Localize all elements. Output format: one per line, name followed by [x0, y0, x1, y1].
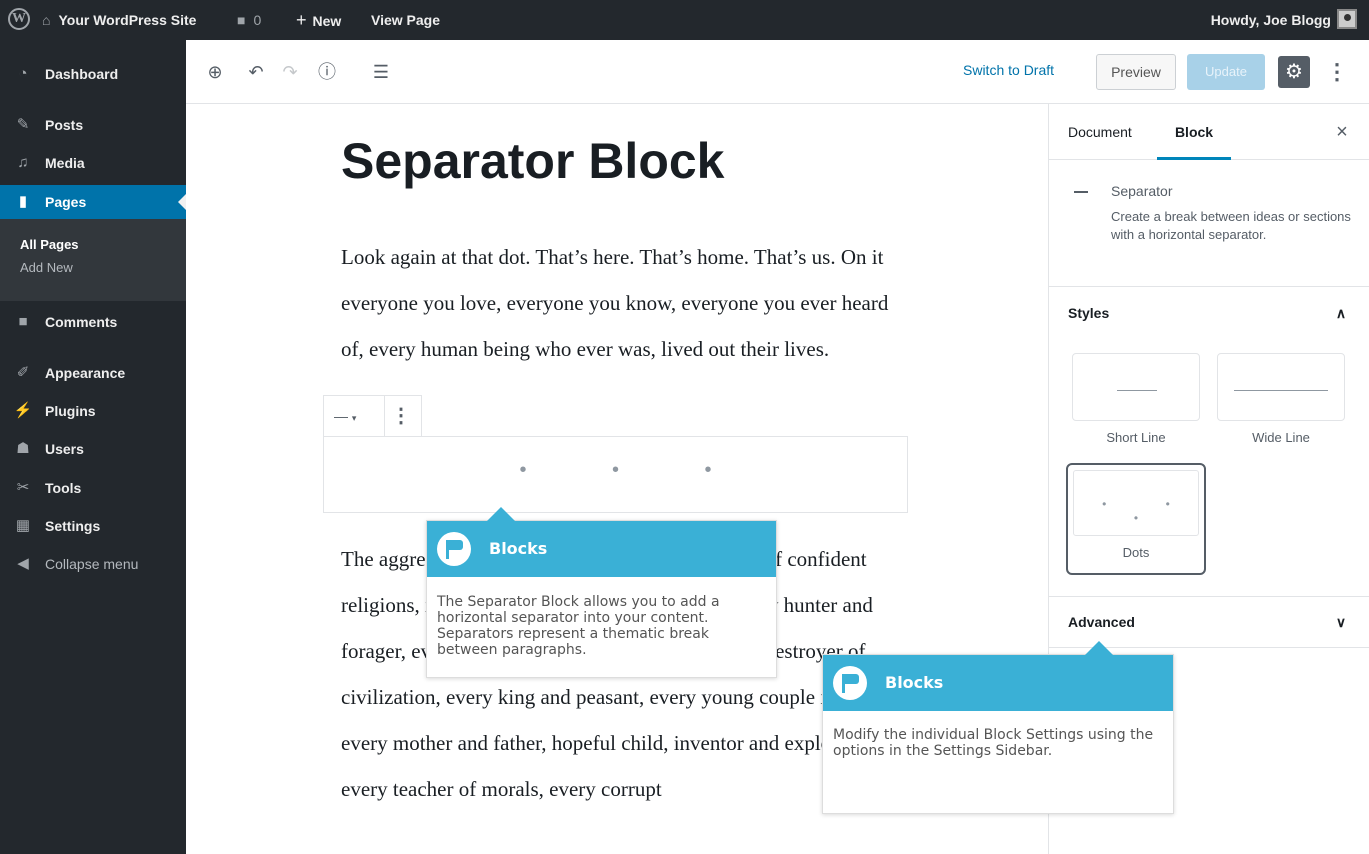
collapse-menu-button[interactable]: ◀ Collapse menu [0, 547, 186, 581]
block-description: Create a break between ideas or sections… [1111, 209, 1351, 242]
separator-dots: • • • [519, 459, 752, 481]
redo-icon[interactable]: ↷ [278, 60, 302, 84]
block-name: Separator [1111, 183, 1173, 199]
editor-toolbar: ⊕ ↶ ↷ ⓘ ☰ Switch to Draft Preview Update… [186, 40, 1369, 104]
comment-icon: ■ [237, 12, 246, 28]
separator-block-switcher[interactable]: — ▾ [334, 404, 376, 428]
tooltip-title: Blocks [885, 673, 944, 692]
menu-pages[interactable]: ▮ Pages [0, 185, 186, 219]
toolbar-divider [384, 396, 385, 436]
style-short-line-label: Short Line [1106, 430, 1166, 445]
tab-block[interactable]: Block [1157, 104, 1231, 160]
add-block-icon[interactable]: ⊕ [203, 60, 227, 84]
separator-block[interactable]: • • • [323, 436, 908, 513]
wrench-icon: ✂ [16, 479, 30, 496]
settings-icon: ▦ [15, 517, 31, 534]
style-wide-line[interactable] [1217, 353, 1345, 421]
avatar [1337, 9, 1357, 30]
dashboard-icon: ◔ [18, 65, 28, 82]
collapse-icon: ◀ [17, 555, 29, 572]
paragraph-block[interactable]: Look again at that dot. That’s here. Tha… [341, 234, 901, 372]
site-name-link[interactable]: ⌂ Your WordPress Site [42, 0, 196, 40]
style-dots-label: Dots [1122, 545, 1150, 560]
block-more-options-icon[interactable]: ⋮ [386, 404, 416, 428]
plugin-icon: ⚡ [13, 402, 33, 419]
settings-gear-icon[interactable]: ⚙ [1278, 56, 1310, 88]
tooltip-arrow [487, 507, 515, 521]
comments-link[interactable]: ■ 0 [237, 0, 261, 40]
dots-preview: • • • [1073, 470, 1199, 536]
wide-line-preview [1234, 390, 1328, 391]
menu-posts[interactable]: ✎ Posts [0, 108, 186, 142]
sidebar-tabs: Document Block × [1049, 104, 1369, 160]
pages-submenu: All Pages Add New [0, 219, 186, 301]
blocks-tooltip-settings: Blocks Modify the individual Block Setti… [822, 641, 1174, 814]
info-icon[interactable]: ⓘ [315, 60, 339, 84]
admin-bar: W ⌂ Your WordPress Site ■ 0 + New View Page… [0, 0, 1369, 40]
home-icon: ⌂ [42, 12, 51, 28]
admin-menu: ◔ Dashboard ✎ Posts ♫ Media ▮ Pages All Page… [0, 40, 186, 854]
undo-icon[interactable]: ↶ [244, 60, 268, 84]
tooltip-header: Blocks [427, 521, 776, 577]
styles-panel-title[interactable]: Styles [1068, 305, 1109, 321]
wordpress-logo-icon[interactable]: W [8, 8, 30, 30]
plus-icon: + [296, 10, 307, 30]
preview-button[interactable]: Preview [1096, 54, 1176, 90]
style-dots[interactable]: • • • Dots [1066, 463, 1206, 575]
menu-tools[interactable]: ✂ Tools [0, 471, 186, 505]
switch-to-draft-link[interactable]: Switch to Draft [963, 62, 1054, 78]
users-icon: ☗ [16, 440, 30, 457]
style-short-line[interactable] [1072, 353, 1200, 421]
menu-comments[interactable]: ■ Comments [0, 305, 186, 339]
chevron-up-icon[interactable]: ∧ [1331, 287, 1351, 339]
outline-icon[interactable]: ☰ [369, 60, 393, 84]
menu-media[interactable]: ♫ Media [0, 146, 186, 180]
pages-icon: ▮ [18, 193, 28, 210]
dots-preview-glyphs: • • • [1102, 497, 1198, 525]
block-card: Separator Create a break between ideas o… [1049, 161, 1369, 287]
menu-appearance[interactable]: ✐ Appearance [0, 356, 186, 390]
view-page-link[interactable]: View Page [371, 0, 440, 40]
more-options-icon[interactable]: ⋮ [1326, 56, 1348, 88]
submenu-add-new[interactable]: Add New [0, 256, 186, 280]
post-title[interactable]: Separator Block [341, 132, 724, 190]
flag-icon [437, 532, 471, 566]
blocks-tooltip-separator: Blocks The Separator Block allows you to… [426, 507, 777, 678]
tooltip-title: Blocks [489, 539, 548, 558]
separator-icon [1074, 191, 1088, 193]
menu-users[interactable]: ☗ Users [0, 432, 186, 466]
account-menu[interactable]: Howdy, Joe Blogg [1211, 0, 1357, 40]
tooltip-arrow [1085, 641, 1113, 655]
flag-icon [833, 666, 867, 700]
pin-icon: ✎ [16, 116, 30, 133]
style-wide-line-label: Wide Line [1252, 430, 1310, 445]
advanced-panel-title: Advanced [1068, 614, 1135, 630]
chevron-down-icon: ∨ [1335, 614, 1347, 630]
new-content-link[interactable]: + New [296, 0, 341, 40]
tooltip-body: Modify the individual Block Settings usi… [833, 727, 1154, 759]
short-line-preview [1117, 390, 1157, 391]
menu-plugins[interactable]: ⚡ Plugins [0, 394, 186, 428]
tooltip-header: Blocks [823, 655, 1173, 711]
update-button[interactable]: Update [1187, 54, 1265, 90]
menu-dashboard[interactable]: ◔ Dashboard [0, 57, 186, 91]
submenu-all-pages[interactable]: All Pages [0, 233, 186, 257]
tooltip-body: The Separator Block allows you to add a … [437, 594, 720, 658]
comment-icon: ■ [18, 313, 28, 330]
close-icon[interactable]: × [1332, 122, 1352, 142]
menu-settings[interactable]: ▦ Settings [0, 509, 186, 543]
tab-document[interactable]: Document [1068, 104, 1132, 160]
brush-icon: ✐ [16, 364, 30, 381]
block-toolbar: — ▾ ⋮ [323, 395, 422, 437]
media-icon: ♫ [17, 154, 29, 171]
